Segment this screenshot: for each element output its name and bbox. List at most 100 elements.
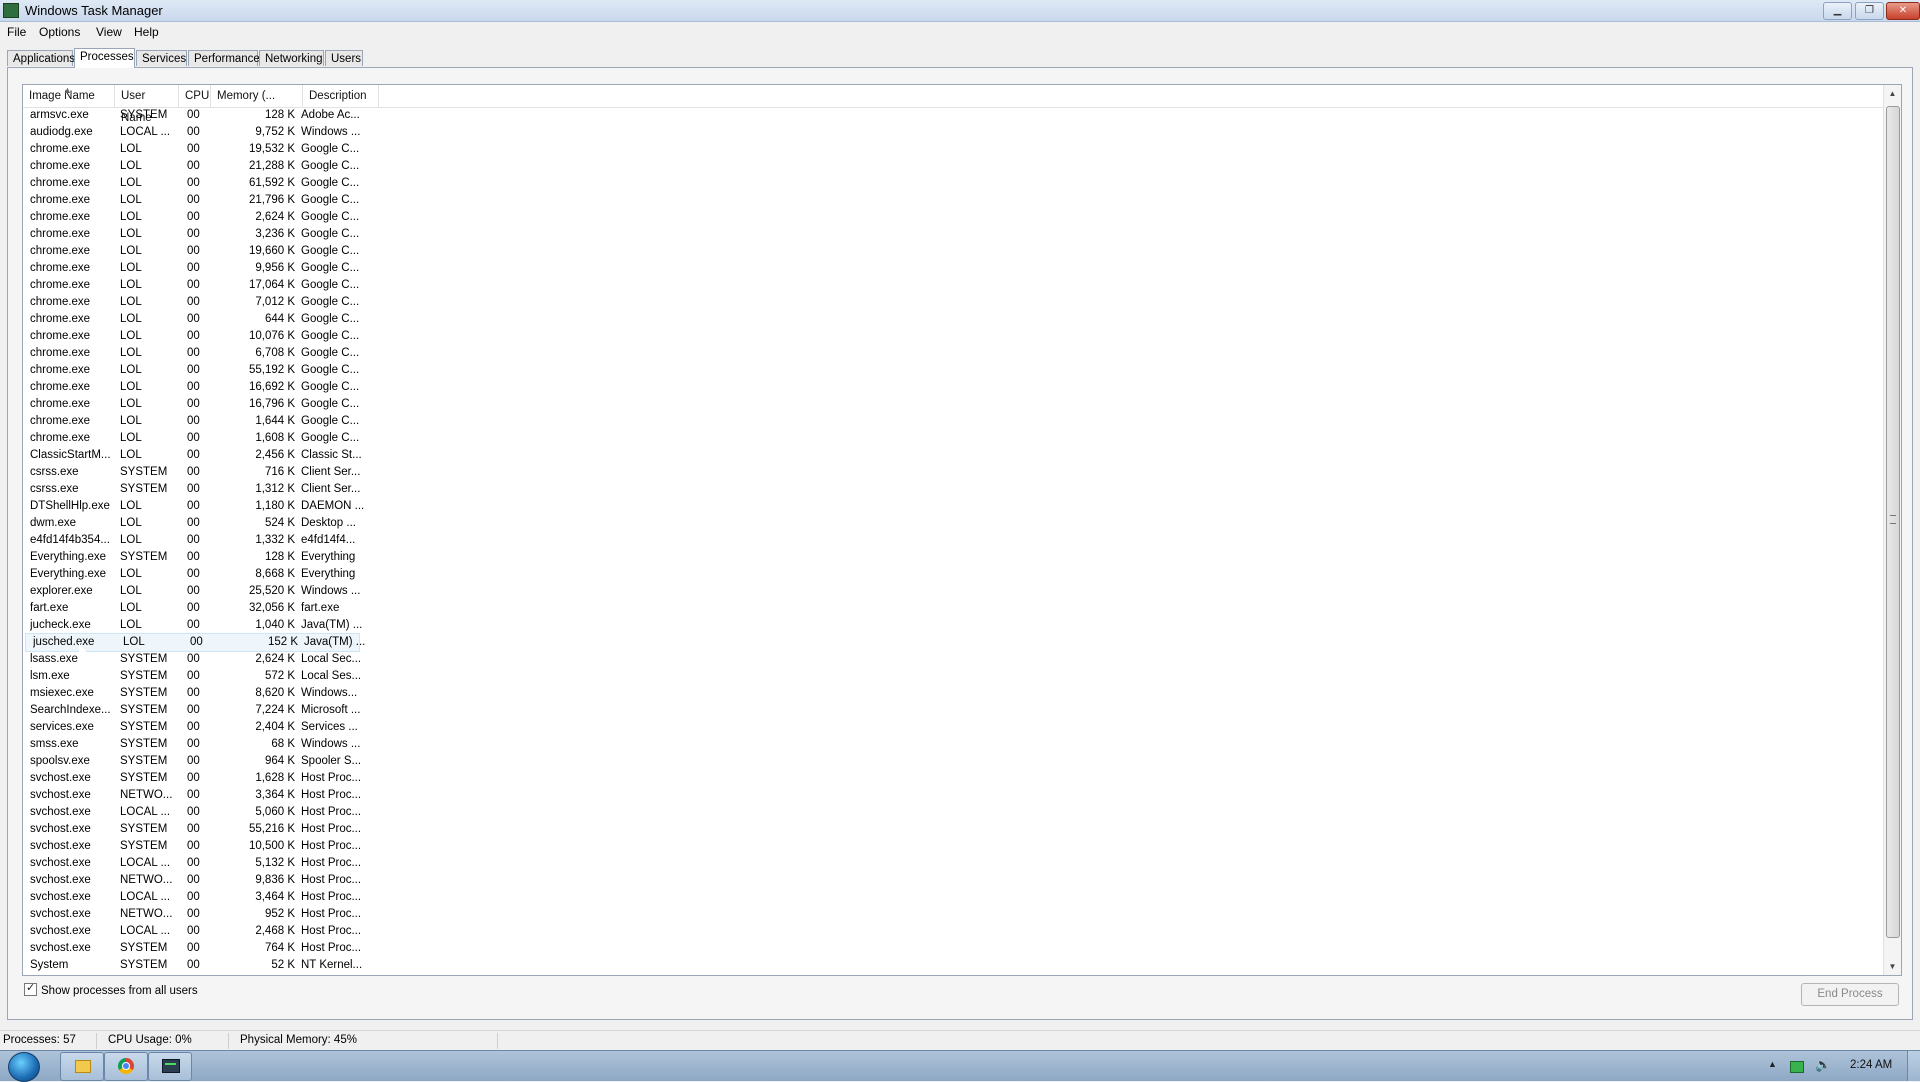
column-header-description[interactable]: Description: [303, 85, 379, 107]
show-hidden-icons-icon[interactable]: ▲: [1768, 1059, 1777, 1069]
table-row[interactable]: chrome.exe LOL 00 644 K Google C...: [23, 311, 1883, 328]
volume-icon[interactable]: 🔈: [1815, 1057, 1831, 1073]
table-row[interactable]: Everything.exe SYSTEM 00 128 K Everything: [23, 549, 1883, 566]
table-row[interactable]: csrss.exe SYSTEM 00 716 K Client Ser...: [23, 464, 1883, 481]
menu-view[interactable]: View: [96, 25, 122, 39]
tab-services[interactable]: Services: [136, 50, 187, 66]
column-header-cpu[interactable]: CPU: [179, 85, 211, 107]
table-row[interactable]: spoolsv.exe SYSTEM 00 964 K Spooler S...: [23, 753, 1883, 770]
process-user-name: LOL: [120, 143, 142, 155]
table-row[interactable]: svchost.exe LOCAL ... 00 3,464 K Host Proc..…: [23, 889, 1883, 906]
table-row[interactable]: chrome.exe LOL 00 16,796 K Google C...: [23, 396, 1883, 413]
table-row[interactable]: chrome.exe LOL 00 17,064 K Google C...: [23, 277, 1883, 294]
table-row[interactable]: csrss.exe SYSTEM 00 1,312 K Client Ser...: [23, 481, 1883, 498]
scroll-down-icon[interactable]: ▼: [1884, 958, 1901, 975]
process-memory: 5,132 K: [255, 857, 295, 869]
table-row[interactable]: svchost.exe SYSTEM 00 10,500 K Host Proc...: [23, 838, 1883, 855]
menu-options[interactable]: Options: [39, 25, 80, 39]
table-row[interactable]: chrome.exe LOL 00 6,708 K Google C...: [23, 345, 1883, 362]
taskbar-chrome-button[interactable]: [104, 1052, 148, 1081]
table-row[interactable]: lsm.exe SYSTEM 00 572 K Local Ses...: [23, 668, 1883, 685]
taskbar-explorer-button[interactable]: [60, 1052, 104, 1081]
table-row[interactable]: chrome.exe LOL 00 55,192 K Google C...: [23, 362, 1883, 379]
maximize-button[interactable]: ❐: [1855, 2, 1884, 20]
table-row[interactable]: msiexec.exe SYSTEM 00 8,620 K Windows...: [23, 685, 1883, 702]
clock[interactable]: 2:24 AM: [1850, 1059, 1892, 1071]
table-row[interactable]: services.exe SYSTEM 00 2,404 K Services ...: [23, 719, 1883, 736]
taskbar-task-manager-button[interactable]: [148, 1052, 192, 1081]
process-cpu: 00: [187, 466, 200, 478]
tab-performance[interactable]: Performance: [188, 50, 260, 66]
tab-users[interactable]: Users: [325, 50, 363, 66]
table-row[interactable]: chrome.exe LOL 00 19,532 K Google C...: [23, 141, 1883, 158]
table-row[interactable]: jucheck.exe LOL 00 1,040 K Java(TM) ...: [23, 617, 1883, 634]
process-user-name: LOL: [120, 602, 142, 614]
table-row[interactable]: ClassicStartM... LOL 00 2,456 K Classic St..…: [23, 447, 1883, 464]
minimize-button[interactable]: ▁: [1823, 2, 1852, 20]
menu-help[interactable]: Help: [134, 25, 159, 39]
show-all-users-checkbox[interactable]: Show processes from all users: [24, 981, 198, 997]
process-cpu: 00: [187, 126, 200, 138]
column-header-image-name[interactable]: ▲ Image Name: [23, 85, 115, 107]
table-row[interactable]: svchost.exe NETWO... 00 3,364 K Host Proc...: [23, 787, 1883, 804]
table-row[interactable]: e4fd14f4b354... LOL 00 1,332 K e4fd14f4...: [23, 532, 1883, 549]
table-row[interactable]: SearchIndexe... SYSTEM 00 7,224 K Microsoft …: [23, 702, 1883, 719]
table-row[interactable]: lsass.exe SYSTEM 00 2,624 K Local Sec...: [23, 651, 1883, 668]
process-cpu: 00: [187, 806, 200, 818]
table-row[interactable]: svchost.exe SYSTEM 00 55,216 K Host Proc...: [23, 821, 1883, 838]
table-row[interactable]: svchost.exe LOCAL ... 00 2,468 K Host Proc..…: [23, 923, 1883, 940]
table-row[interactable]: chrome.exe LOL 00 16,692 K Google C...: [23, 379, 1883, 396]
table-row[interactable]: DTShellHlp.exe LOL 00 1,180 K DAEMON ...: [23, 498, 1883, 515]
process-description: Host Proc...: [301, 942, 362, 954]
tab-processes[interactable]: Processes: [74, 48, 135, 68]
table-row[interactable]: smss.exe SYSTEM 00 68 K Windows ...: [23, 736, 1883, 753]
table-row[interactable]: chrome.exe LOL 00 19,660 K Google C...: [23, 243, 1883, 260]
vertical-scrollbar[interactable]: ▲ ▼: [1883, 85, 1901, 975]
table-row[interactable]: svchost.exe NETWO... 00 9,836 K Host Proc...: [23, 872, 1883, 889]
scroll-up-icon[interactable]: ▲: [1884, 85, 1901, 102]
column-header-user-name[interactable]: User Name: [115, 85, 179, 124]
menu-file[interactable]: File: [7, 25, 26, 39]
table-row[interactable]: svchost.exe NETWO... 00 952 K Host Proc...: [23, 906, 1883, 923]
table-row[interactable]: chrome.exe LOL 00 7,012 K Google C...: [23, 294, 1883, 311]
table-row[interactable]: System SYSTEM 00 52 K NT Kernel...: [23, 957, 1883, 974]
process-cpu: 00: [187, 245, 200, 257]
table-row[interactable]: Everything.exe LOL 00 8,668 K Everything: [23, 566, 1883, 583]
process-image-name: System: [30, 959, 69, 971]
table-row[interactable]: chrome.exe LOL 00 21,288 K Google C...: [23, 158, 1883, 175]
table-row[interactable]: svchost.exe LOCAL ... 00 5,060 K Host Proc..…: [23, 804, 1883, 821]
table-row[interactable]: fart.exe LOL 00 32,056 K fart.exe: [23, 600, 1883, 617]
table-row[interactable]: chrome.exe LOL 00 1,608 K Google C...: [23, 430, 1883, 447]
table-row[interactable]: chrome.exe LOL 00 3,236 K Google C...: [23, 226, 1883, 243]
table-row[interactable]: chrome.exe LOL 00 1,644 K Google C...: [23, 413, 1883, 430]
tab-networking[interactable]: Networking: [259, 50, 324, 66]
process-user-name: SYSTEM: [120, 466, 168, 478]
table-row[interactable]: jusched.exe LOL 00 152 K Java(TM) ...: [25, 633, 365, 652]
table-row[interactable]: dwm.exe LOL 00 524 K Desktop ...: [23, 515, 1883, 532]
table-row[interactable]: armsvc.exe SYSTEM 00 128 K Adobe Ac...: [23, 107, 1883, 124]
table-row[interactable]: svchost.exe SYSTEM 00 764 K Host Proc...: [23, 940, 1883, 957]
process-user-name: SYSTEM: [120, 721, 168, 733]
table-row[interactable]: chrome.exe LOL 00 2,624 K Google C...: [23, 209, 1883, 226]
table-row[interactable]: audiodg.exe LOCAL ... 00 9,752 K Windows ...: [23, 124, 1883, 141]
process-image-name: smss.exe: [30, 738, 79, 750]
show-desktop-button[interactable]: [1907, 1051, 1920, 1081]
table-row[interactable]: explorer.exe LOL 00 25,520 K Windows ...: [23, 583, 1883, 600]
table-row[interactable]: svchost.exe SYSTEM 00 1,628 K Host Proc...: [23, 770, 1883, 787]
table-row[interactable]: chrome.exe LOL 00 9,956 K Google C...: [23, 260, 1883, 277]
table-row[interactable]: chrome.exe LOL 00 21,796 K Google C...: [23, 192, 1883, 209]
table-row[interactable]: chrome.exe LOL 00 10,076 K Google C...: [23, 328, 1883, 345]
tab-applications[interactable]: Applications: [7, 50, 75, 66]
title-bar[interactable]: Windows Task Manager ▁ ❐ ✕: [0, 0, 1920, 22]
checkbox-checked-icon[interactable]: [24, 981, 37, 996]
process-list[interactable]: ▲ Image Name User Name CPU Memory (... D…: [22, 84, 1902, 976]
column-header-memory[interactable]: Memory (...: [211, 85, 303, 107]
network-icon[interactable]: [1790, 1061, 1804, 1073]
windows-start-icon[interactable]: [8, 1052, 40, 1082]
end-process-button[interactable]: End Process: [1801, 983, 1899, 1006]
close-button[interactable]: ✕: [1886, 2, 1920, 20]
table-row[interactable]: chrome.exe LOL 00 61,592 K Google C...: [23, 175, 1883, 192]
table-row[interactable]: svchost.exe LOCAL ... 00 5,132 K Host Proc..…: [23, 855, 1883, 872]
process-user-name: LOL: [120, 279, 142, 291]
scrollbar-thumb[interactable]: [1886, 106, 1900, 938]
